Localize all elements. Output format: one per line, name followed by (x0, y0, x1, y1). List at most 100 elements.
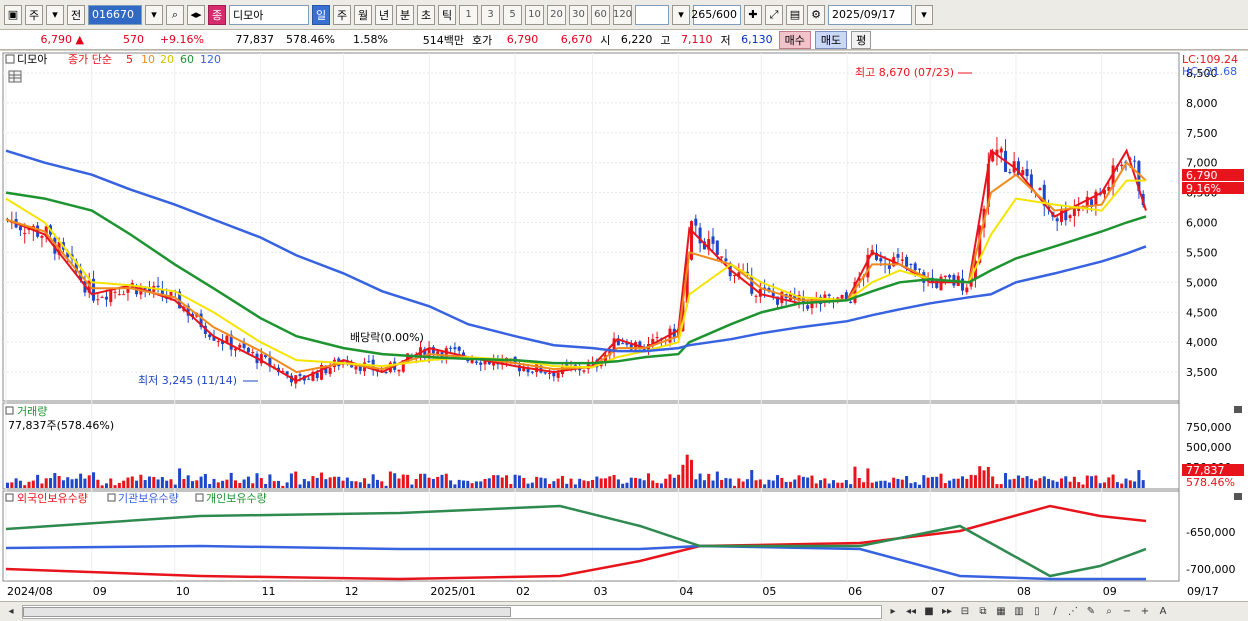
volume-bar (595, 476, 599, 488)
interval-10-button[interactable]: 10 (525, 4, 544, 25)
volume-bar (156, 479, 160, 488)
evaluation-button[interactable]: 평 (851, 30, 872, 49)
chart-type-select[interactable]: 주 (25, 4, 43, 25)
zoom-out-icon[interactable]: − (1120, 605, 1134, 619)
volume-bar (79, 473, 83, 488)
volume-bar (586, 481, 590, 488)
interval-60-button[interactable]: 60 (591, 4, 610, 25)
volume-bar (1029, 478, 1033, 488)
window-icon[interactable]: ▣ (4, 4, 22, 25)
date-input[interactable]: 2025/09/17 (828, 4, 912, 25)
fast-forward-icon[interactable]: ▸▸ (940, 605, 954, 619)
line-style-icon[interactable]: ∕ (1048, 605, 1062, 619)
volume-bar (49, 478, 53, 488)
scroll-thumb[interactable] (23, 606, 511, 617)
zoom-in-icon[interactable]: + (1138, 605, 1152, 619)
volume-bar (913, 482, 917, 488)
volume-bar (956, 478, 960, 488)
candle-body (328, 367, 332, 374)
volume-bar (341, 480, 345, 488)
paint-icon[interactable]: ✎ (1084, 605, 1098, 619)
stock-chart-svg[interactable]: 8,5008,0007,5007,0006,5006,0005,5005,000… (0, 51, 1248, 601)
volume-bar (410, 484, 414, 488)
volume-bar (414, 479, 418, 488)
interval-30-button[interactable]: 30 (569, 4, 588, 25)
candle-body (582, 370, 586, 372)
volume-bar (930, 476, 934, 488)
stock-code-input[interactable]: 016670 (88, 4, 142, 25)
volume-bar (608, 476, 612, 488)
volume-bar (53, 473, 57, 488)
open-price: 6,220 (620, 33, 653, 46)
interval-5-button[interactable]: 5 (503, 4, 522, 25)
period-day-button[interactable]: 일 (312, 4, 330, 25)
volume-panel-close-icon[interactable] (1234, 406, 1242, 413)
volume-bar (664, 478, 668, 488)
rewind-icon[interactable]: ◂◂ (904, 605, 918, 619)
sell-button[interactable]: 매도 (814, 30, 848, 49)
interval-120-button[interactable]: 120 (613, 4, 632, 25)
auto-scale-icon[interactable]: A (1156, 605, 1170, 619)
copy-icon[interactable]: ⧉ (976, 605, 990, 619)
table-icon[interactable] (8, 70, 22, 83)
count-input[interactable]: 265/600 (691, 4, 741, 25)
crosshair-icon[interactable]: ✚ (744, 4, 762, 25)
zoom-search-icon[interactable]: ⌕ (1102, 605, 1116, 619)
interval-1-button[interactable]: 1 (459, 4, 478, 25)
scroll-left-icon[interactable]: ◂ (4, 605, 18, 619)
interval-custom-input[interactable] (635, 4, 669, 25)
stop-icon[interactable]: ■ (922, 605, 936, 619)
search-icon[interactable]: ⌕ (166, 4, 184, 25)
volume-bar (371, 474, 375, 488)
candle-body (117, 294, 121, 296)
volume-bar (526, 483, 530, 488)
x-axis-month-label: 07 (931, 585, 945, 598)
volume-bar (685, 454, 689, 488)
chart-type-dropdown-icon[interactable]: ▾ (46, 4, 64, 25)
price-y-tick-label: 5,500 (1186, 246, 1218, 259)
horizontal-scrollbar[interactable] (22, 604, 882, 619)
interval-20-button[interactable]: 20 (547, 4, 566, 25)
candle-body (238, 344, 242, 348)
stock-code-dropdown-icon[interactable]: ▾ (145, 4, 163, 25)
candle-body (104, 296, 108, 300)
price-y-tick-label: 3,500 (1186, 366, 1218, 379)
volume-bar (221, 480, 225, 488)
volume-bar (552, 481, 556, 488)
candle-style-icon[interactable]: ▯ (1030, 605, 1044, 619)
buy-button[interactable]: 매수 (778, 30, 811, 49)
interval-dropdown-icon[interactable]: ▾ (672, 4, 690, 25)
period-month-button[interactable]: 월 (354, 4, 372, 25)
volume-bar (1124, 478, 1128, 488)
layout-icon[interactable]: ▦ (994, 605, 1008, 619)
stock-name-field[interactable]: 디모아 (229, 4, 309, 25)
volume-bar (629, 477, 633, 488)
candle-body (40, 235, 44, 238)
interval-3-button[interactable]: 3 (481, 4, 500, 25)
volume-bar (677, 474, 681, 488)
period-minute-button[interactable]: 분 (396, 4, 414, 25)
split-view-icon[interactable]: ⊟ (958, 605, 972, 619)
holding-panel-close-icon[interactable] (1234, 493, 1242, 500)
candle-body (961, 278, 965, 291)
trend-icon[interactable]: ⋰ (1066, 605, 1080, 619)
period-tick-button[interactable]: 틱 (438, 4, 456, 25)
date-dropdown-icon[interactable]: ▾ (915, 4, 933, 25)
period-year-button[interactable]: 년 (375, 4, 393, 25)
legend-ma5: 5 (126, 53, 133, 66)
bar-style-icon[interactable]: ▥ (1012, 605, 1026, 619)
scroll-right-icon[interactable]: ▸ (886, 605, 900, 619)
gear-icon[interactable]: ⚙ (807, 4, 825, 25)
period-week-button[interactable]: 주 (333, 4, 351, 25)
range-mode-button[interactable]: 전 (67, 4, 85, 25)
volume-bar (401, 474, 405, 488)
speaker-icon[interactable]: ◂▸ (187, 4, 205, 25)
volume-bar (926, 477, 930, 488)
volume-bar (186, 475, 190, 488)
volume-bar (203, 474, 207, 488)
draw-tool-icon[interactable]: ⤢ (765, 4, 783, 25)
save-icon[interactable]: ▤ (786, 4, 804, 25)
period-second-button[interactable]: 초 (417, 4, 435, 25)
volume-bar (918, 484, 922, 488)
volume-bar (573, 484, 577, 488)
